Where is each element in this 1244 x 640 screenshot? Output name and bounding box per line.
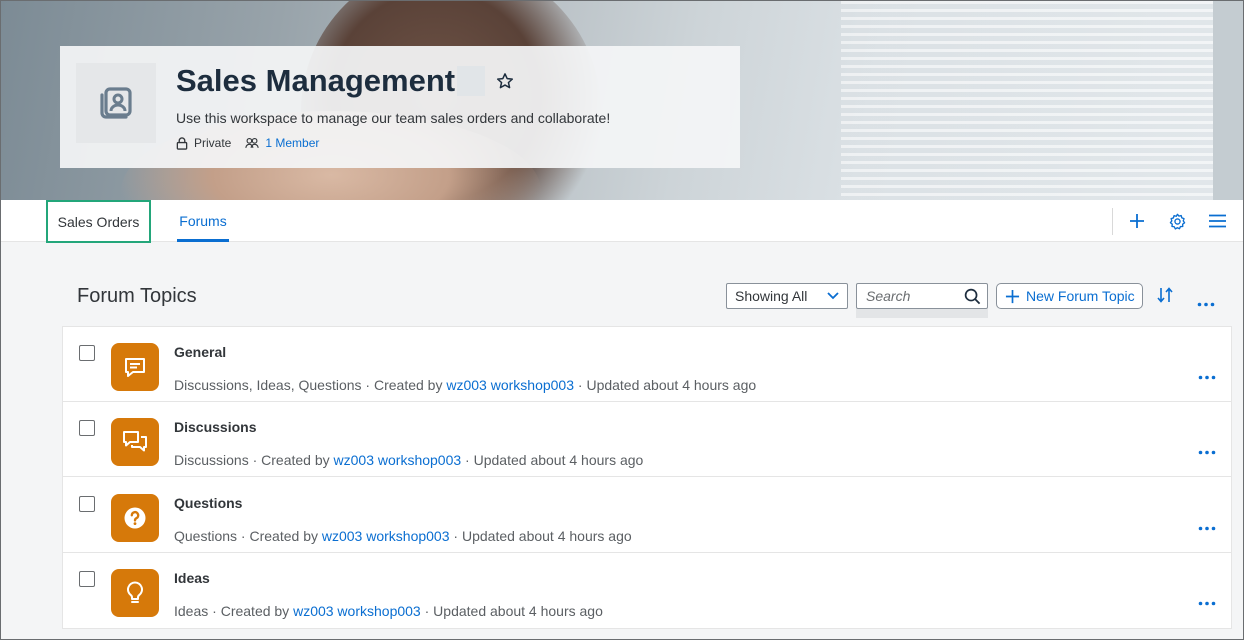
creator-link[interactable]: wz003 workshop003 [293,603,421,619]
overflow-icon [1198,450,1216,455]
row-checkbox[interactable] [79,496,95,512]
menu-button[interactable] [1206,210,1228,232]
workspace-title: Sales Management [176,63,456,98]
new-forum-topic-label: New Forum Topic [1026,288,1135,304]
topic-meta: Discussions · Created by wz003 workshop0… [174,452,644,468]
topic-name[interactable]: Questions [174,495,242,511]
members-link[interactable]: 1 Member [265,136,319,150]
section-title: Forum Topics [77,285,197,307]
topic-meta: Questions · Created by wz003 workshop003… [174,528,632,544]
search-input[interactable]: Search [856,283,988,309]
sort-button[interactable] [1157,286,1173,309]
new-forum-topic-button[interactable]: New Forum Topic [996,283,1143,309]
gear-icon [1169,213,1185,230]
row-checkbox[interactable] [79,345,95,361]
workspace-banner: Sales Management Use this workspace to m… [1,1,1243,200]
search-placeholder: Search [866,288,911,304]
tab-sales-orders[interactable]: Sales Orders [46,200,151,243]
workspace-tabbar: Sales Orders Forums [1,200,1243,243]
more-options-button[interactable] [1197,294,1215,312]
question-icon [124,507,146,529]
list-item[interactable]: Questions Questions · Created by wz003 w… [63,478,1231,553]
filter-select-value: Showing All [735,288,808,304]
search-icon[interactable] [964,288,981,305]
sort-icon [1157,287,1173,303]
creator-link[interactable]: wz003 workshop003 [322,528,450,544]
privacy-label: Private [194,136,232,150]
forum-topic-list: General Discussions, Ideas, Questions · … [62,326,1232,629]
list-item[interactable]: Ideas Ideas · Created by wz003 workshop0… [63,553,1231,628]
overflow-icon [1198,526,1216,531]
add-button[interactable] [1126,210,1148,232]
discussion-icon [123,431,147,452]
plus-icon [1005,289,1020,303]
topic-name[interactable]: General [174,344,226,360]
row-checkbox[interactable] [79,571,95,587]
topic-name[interactable]: Discussions [174,419,256,435]
topic-meta: Discussions, Ideas, Questions · Created … [174,377,757,393]
topic-icon-ideas [111,569,159,617]
plus-icon [1130,214,1144,228]
creator-link[interactable]: wz003 workshop003 [446,377,574,393]
topic-name[interactable]: Ideas [174,570,210,586]
row-more-button[interactable] [1198,442,1216,460]
list-item[interactable]: Discussions Discussions · Created by wz0… [63,402,1231,477]
workspace-header-card: Sales Management Use this workspace to m… [60,46,740,168]
lock-icon [176,136,188,150]
lightbulb-icon [127,581,143,603]
topic-icon-general [111,343,159,391]
row-more-button[interactable] [1198,367,1216,385]
overflow-icon [1198,375,1216,380]
row-more-button[interactable] [1198,593,1216,611]
contact-card-icon [100,87,132,119]
workspace-description: Use this workspace to manage our team sa… [176,110,611,126]
topic-meta: Ideas · Created by wz003 workshop003 · U… [174,603,603,619]
workspace-avatar [76,63,156,143]
tab-forums[interactable]: Forums [177,200,229,242]
filter-select[interactable]: Showing All [726,283,848,309]
chevron-down-icon [827,292,839,300]
row-more-button[interactable] [1198,518,1216,536]
menu-icon [1208,214,1226,228]
settings-button[interactable] [1166,210,1188,232]
chat-bubble-icon [125,358,145,377]
overflow-icon [1197,302,1215,307]
creator-link[interactable]: wz003 workshop003 [334,452,462,468]
favorite-star-icon[interactable] [496,72,514,95]
list-item[interactable]: General Discussions, Ideas, Questions · … [63,327,1231,402]
topic-icon-discussions [111,418,159,466]
group-icon [245,137,260,148]
overflow-icon [1198,601,1216,606]
row-checkbox[interactable] [79,420,95,436]
topic-icon-questions [111,494,159,542]
